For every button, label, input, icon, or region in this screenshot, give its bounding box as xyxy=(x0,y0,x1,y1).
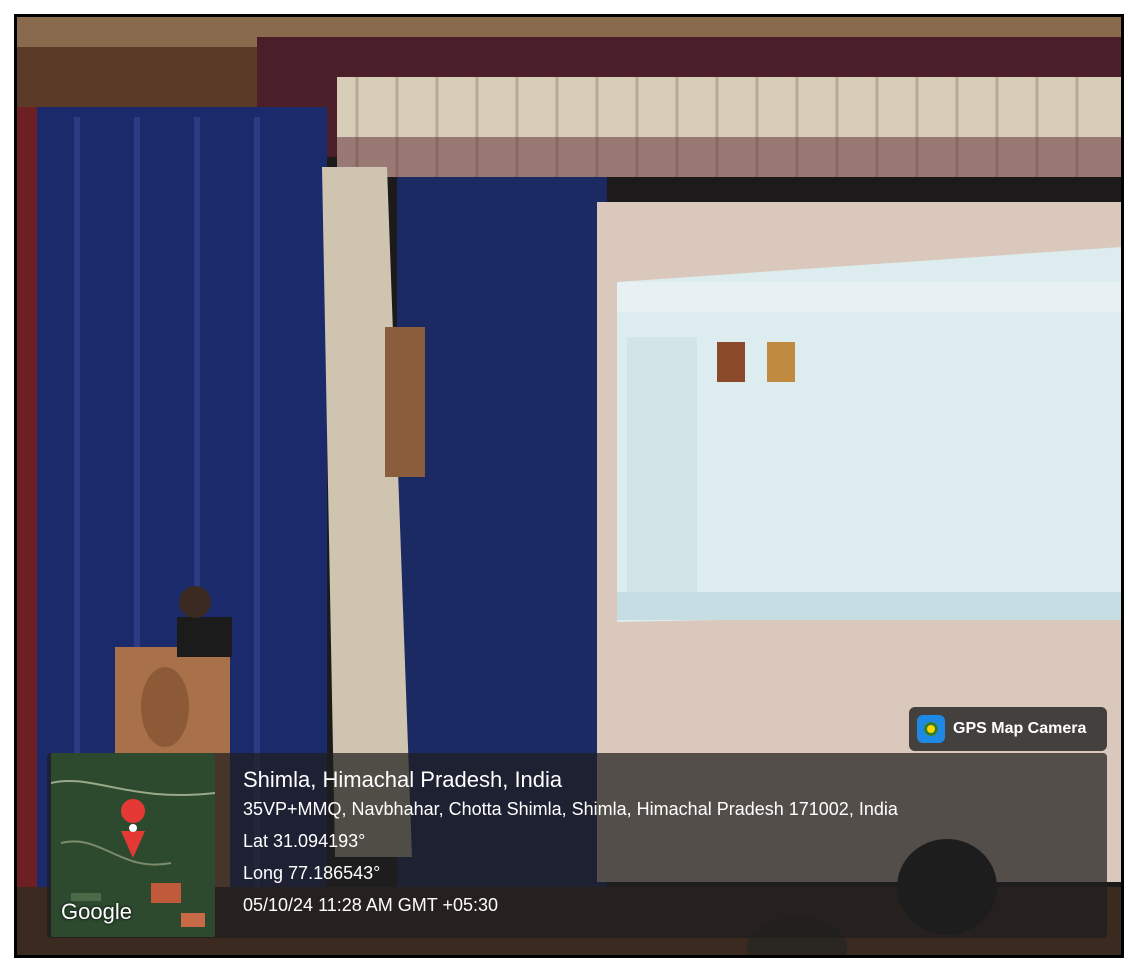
datetime: 05/10/24 11:28 AM GMT +05:30 xyxy=(243,895,499,915)
photo-frame: Google GPS Map Camera Shimla, Himachal P… xyxy=(14,14,1124,958)
gps-map-camera-badge: GPS Map Camera xyxy=(909,707,1107,751)
location-info: Shimla, Himachal Pradesh, India 35VP+MMQ… xyxy=(243,767,898,927)
longitude: Long 77.186543° xyxy=(243,863,381,883)
gps-map-camera-icon xyxy=(917,715,945,743)
location-address: 35VP+MMQ, Navbhahar, Chotta Shimla, Shim… xyxy=(243,799,898,819)
speaker xyxy=(177,617,232,657)
location-title: Shimla, Himachal Pradesh, India xyxy=(243,767,563,792)
google-logo: Google xyxy=(61,899,132,924)
map-thumbnail: Google xyxy=(51,753,215,937)
badge-label: GPS Map Camera xyxy=(953,720,1087,737)
latitude: Lat 31.094193° xyxy=(243,831,366,851)
